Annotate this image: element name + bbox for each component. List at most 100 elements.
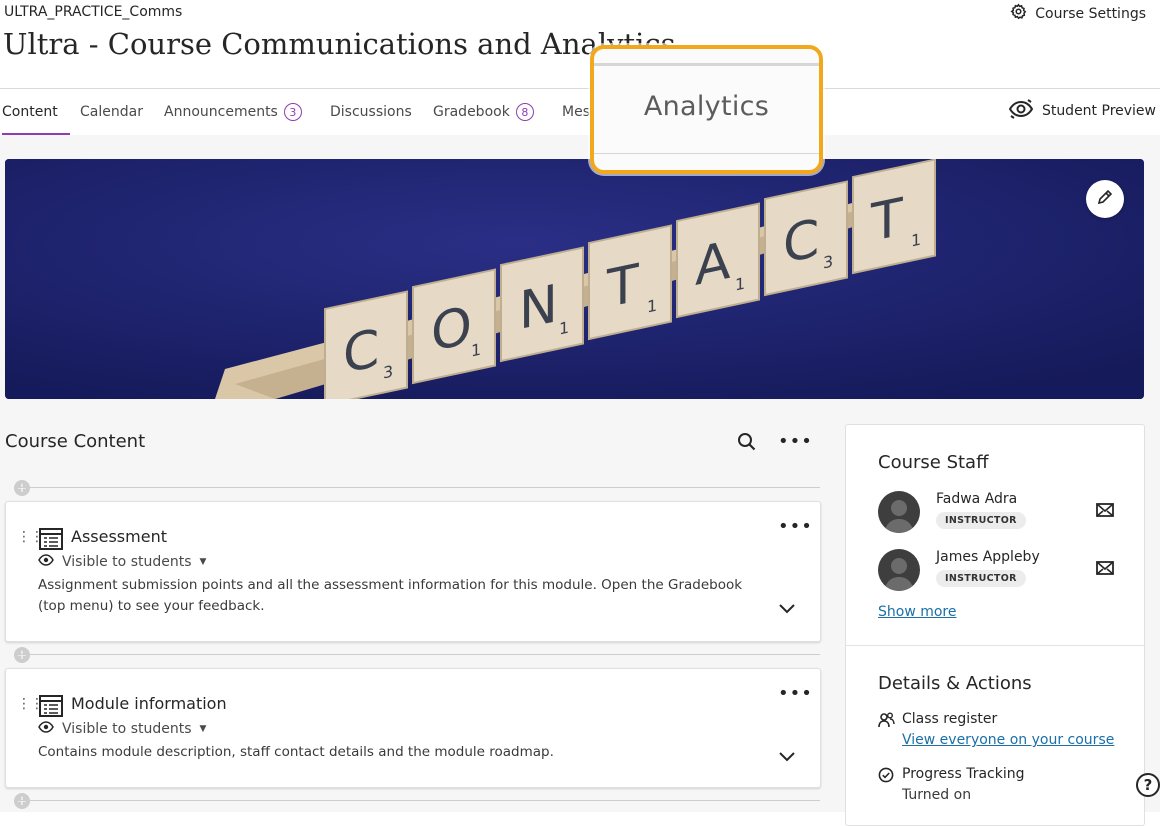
callout-divider-top (594, 63, 819, 66)
tile-score: 1 (735, 274, 745, 295)
caret-down-icon: ▼ (199, 557, 207, 567)
scrabble-tile: C3 (764, 180, 848, 297)
staff-member: James Appleby INSTRUCTOR (878, 549, 1138, 593)
eye-preview-icon (1008, 98, 1034, 124)
course-id: ULTRA_PRACTICE_Comms (4, 4, 183, 20)
tab-discussions-label: Discussions (330, 104, 412, 120)
scrabble-tile: A1 (676, 202, 760, 319)
tile-score: 3 (383, 362, 393, 383)
content-item-module-information[interactable]: ⋮⋮ Module information Visible to student… (5, 668, 821, 788)
tab-gradebook[interactable]: Gradebook 8 (433, 89, 534, 135)
message-staff-button[interactable] (1096, 502, 1114, 521)
tab-gradebook-label: Gradebook (433, 104, 510, 120)
tile-letter: N (519, 273, 558, 342)
content-item-description: Assignment submission points and all the… (38, 577, 743, 614)
add-content-button[interactable]: + (14, 647, 30, 663)
eye-icon (38, 554, 54, 570)
content-divider (14, 654, 820, 655)
tab-content[interactable]: Content (2, 89, 70, 136)
course-settings-label: Course Settings (1035, 5, 1146, 22)
tab-calendar[interactable]: Calendar (80, 89, 143, 135)
document-icon (39, 528, 63, 554)
search-content-button[interactable] (737, 432, 757, 456)
visibility-label: Visible to students (62, 554, 192, 570)
sidebar-divider (846, 645, 1144, 646)
scrabble-banner-graphic: C 3O 1N 1T 1A 1C 3T 1 (5, 159, 1144, 399)
course-header: ULTRA_PRACTICE_Comms Ultra - Course Comm… (0, 0, 1160, 88)
content-more-options-button[interactable]: ••• (778, 431, 813, 452)
student-preview-label: Student Preview (1041, 103, 1156, 119)
pencil-icon (1096, 188, 1114, 210)
progress-tracking-status: Turned on (902, 787, 972, 803)
envelope-icon (1096, 502, 1114, 521)
tab-analytics-label: Analytics (643, 91, 770, 122)
tile-letter: O (431, 295, 472, 364)
avatar (878, 549, 920, 591)
tile-letter: T (870, 187, 904, 254)
callout-divider-bottom (594, 153, 819, 154)
message-staff-button[interactable] (1096, 560, 1114, 579)
content-divider (14, 487, 820, 488)
document-icon (39, 695, 63, 721)
chevron-down-icon[interactable] (778, 600, 796, 619)
visibility-label: Visible to students (62, 721, 192, 737)
content-item-title[interactable]: Module information (71, 694, 227, 713)
show-more-link[interactable]: Show more (878, 604, 957, 620)
staff-member: Fadwa Adra INSTRUCTOR (878, 491, 1138, 535)
content-item-title[interactable]: Assessment (71, 527, 167, 546)
tab-discussions[interactable]: Discussions (330, 89, 412, 135)
scrabble-tile: C3 (324, 290, 408, 399)
staff-name: Fadwa Adra (936, 491, 1018, 507)
student-preview-button[interactable]: Student Preview (1008, 88, 1156, 134)
visibility-dropdown[interactable]: Visible to students ▼ (38, 721, 206, 737)
class-register-title: Class register (902, 711, 998, 727)
course-staff-heading: Course Staff (878, 452, 989, 473)
staff-name: James Appleby (936, 549, 1040, 565)
tile-letter: C (783, 208, 819, 276)
course-banner-image: C3O1N1T1A1C3T1 (5, 159, 1144, 399)
tile-score: 1 (647, 296, 657, 317)
scrabble-tile: N1 (500, 246, 584, 363)
tile-letter: T (606, 253, 640, 320)
tile-score: 1 (471, 340, 481, 361)
people-icon (878, 712, 895, 732)
edit-banner-button[interactable] (1086, 180, 1124, 218)
search-icon (737, 433, 757, 456)
tile-score: 1 (559, 318, 569, 339)
content-item-assessment[interactable]: ⋮⋮ Assessment Visible to students ▼ Assi… (5, 501, 821, 642)
eye-icon (38, 721, 54, 737)
avatar (878, 491, 920, 533)
tab-announcements[interactable]: Announcements 3 (164, 89, 302, 135)
help-icon[interactable]: ? (1136, 773, 1160, 797)
tab-messages[interactable]: Mes (562, 89, 590, 135)
chevron-down-icon[interactable] (778, 748, 796, 767)
caret-down-icon: ▼ (199, 724, 207, 734)
tile-score: 3 (823, 252, 833, 273)
role-badge: INSTRUCTOR (936, 512, 1026, 529)
scrabble-tile: O1 (412, 268, 496, 385)
tab-content-label: Content (2, 104, 58, 120)
tile-score: 1 (911, 230, 921, 251)
course-sidebar: Course Staff Fadwa Adra INSTRUCTOR James… (845, 424, 1145, 826)
tab-calendar-label: Calendar (80, 104, 143, 120)
content-item-description: Contains module description, staff conta… (38, 744, 554, 760)
add-content-button[interactable]: + (14, 480, 30, 496)
envelope-icon (1096, 560, 1114, 579)
announcements-count-badge: 3 (283, 103, 302, 121)
analytics-callout[interactable]: Analytics (590, 45, 823, 174)
course-content-heading: Course Content (5, 431, 146, 452)
tab-announcements-label: Announcements (164, 104, 278, 120)
item-more-options-button[interactable]: ••• (778, 683, 813, 704)
course-settings-button[interactable]: Course Settings (1010, 3, 1146, 24)
main-content: C3O1N1T1A1C3T1 Course Content ••• + ⋮⋮ A… (0, 135, 1160, 826)
role-badge: INSTRUCTOR (936, 570, 1026, 587)
course-nav: Content Calendar Announcements 3 Discuss… (0, 88, 1160, 136)
item-more-options-button[interactable]: ••• (778, 516, 813, 537)
course-title: Ultra - Course Communications and Analyt… (3, 27, 676, 61)
tab-messages-label: Mes (562, 104, 590, 120)
view-everyone-link[interactable]: View everyone on your course (902, 732, 1114, 748)
gear-icon (1010, 3, 1027, 24)
add-content-button[interactable]: + (14, 793, 30, 809)
visibility-dropdown[interactable]: Visible to students ▼ (38, 554, 206, 570)
progress-tracking-title: Progress Tracking (902, 766, 1025, 782)
